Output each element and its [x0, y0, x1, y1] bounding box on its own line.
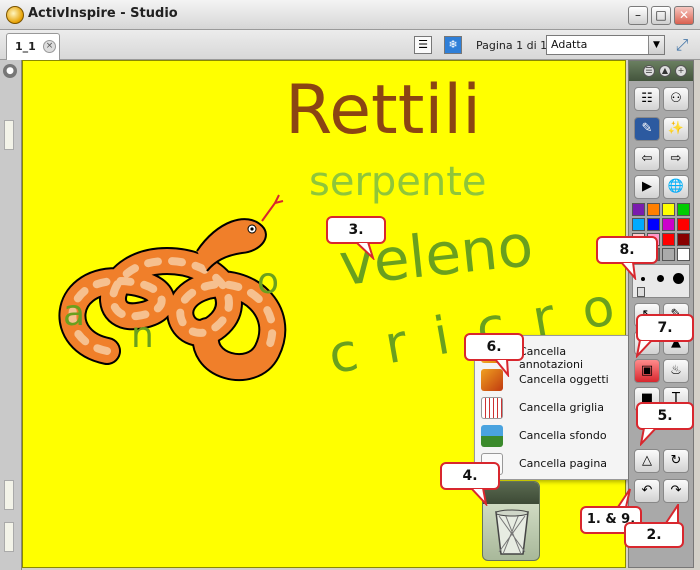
title-bar: ActivInspire - Studio – □ ✕: [0, 0, 700, 30]
browsers-icon[interactable]: ⚇: [663, 87, 689, 111]
dock-handle[interactable]: [4, 480, 14, 510]
left-dock: ●: [0, 60, 22, 570]
close-button[interactable]: ✕: [674, 6, 694, 25]
width-dot-medium[interactable]: [657, 275, 664, 282]
maximize-button[interactable]: □: [651, 6, 671, 25]
dock-handle[interactable]: [4, 120, 14, 150]
callout-tail: [616, 488, 631, 508]
callout-3: 3.: [326, 216, 386, 244]
pen-mode-icon[interactable]: ✎: [634, 117, 660, 141]
toolbox-menu-icon[interactable]: ☰: [643, 65, 655, 77]
dock-handle[interactable]: [4, 522, 14, 552]
menu-item-cancella-sfondo[interactable]: Cancella sfondo: [475, 422, 631, 450]
color-swatch[interactable]: [632, 203, 645, 216]
toolbox-add-icon[interactable]: +: [675, 65, 687, 77]
window-title: ActivInspire - Studio: [28, 6, 178, 21]
width-slider-handle[interactable]: [637, 287, 645, 297]
color-swatch[interactable]: [677, 203, 690, 216]
color-swatch[interactable]: [677, 218, 690, 231]
word-serpente[interactable]: serpente: [309, 159, 487, 205]
color-swatch[interactable]: [647, 203, 660, 216]
color-swatch[interactable]: [662, 248, 675, 261]
color-swatch[interactable]: [647, 218, 660, 231]
play-icon[interactable]: ▶: [634, 175, 660, 199]
eraser-icon[interactable]: ▣: [634, 359, 660, 383]
callout-tail: [636, 340, 654, 358]
callout-8: 8.: [596, 236, 658, 264]
width-dot-small[interactable]: [641, 277, 645, 281]
zoom-select[interactable]: Adatta ▼: [546, 35, 665, 55]
callout-6: 6.: [464, 333, 524, 361]
toolbox-header: ☰ ▲ +: [629, 61, 693, 81]
tool-settings-icon[interactable]: ✨: [663, 117, 689, 141]
snowflake-icon[interactable]: ❄: [444, 36, 462, 54]
callout-5: 5.: [636, 402, 694, 430]
callout-tail: [664, 504, 679, 524]
minimize-button[interactable]: –: [628, 6, 648, 25]
color-swatch[interactable]: [677, 248, 690, 261]
callout-tail: [355, 242, 375, 260]
fullscreen-icon[interactable]: ⤢: [671, 35, 693, 55]
color-swatch[interactable]: [662, 218, 675, 231]
callout-2: 2.: [624, 522, 684, 548]
color-swatch[interactable]: [662, 233, 675, 246]
reset-page-icon[interactable]: ↻: [663, 449, 689, 473]
callout-7: 7.: [636, 314, 694, 342]
tab-page[interactable]: 1_1 ×: [6, 33, 60, 60]
toolbox-collapse-icon[interactable]: ▲: [659, 65, 671, 77]
callout-tail: [620, 262, 637, 280]
tab-bar: 1_1 × ☰ ❄ Pagina 1 di 1 Adatta ▼ ⤢: [0, 30, 700, 60]
zoom-value: Adatta: [551, 38, 588, 51]
snake-letter[interactable]: a: [63, 293, 85, 334]
callout-tail: [640, 428, 658, 446]
page-browser-icon[interactable]: ☰: [414, 36, 432, 54]
redo-icon[interactable]: ↷: [663, 479, 689, 503]
globe-icon[interactable]: 🌐: [663, 175, 689, 199]
color-swatch[interactable]: [632, 218, 645, 231]
app-icon: [6, 6, 24, 24]
menu-item-cancella-griglia[interactable]: Cancella griglia: [475, 394, 631, 422]
snake-letter[interactable]: o: [257, 261, 279, 302]
previous-page-icon[interactable]: ⇦: [634, 147, 660, 171]
snake-letter[interactable]: n: [131, 315, 154, 356]
clear-icon[interactable]: △: [634, 449, 660, 473]
callout-4: 4.: [440, 462, 500, 490]
color-swatch[interactable]: [677, 233, 690, 246]
width-dot-large[interactable]: [673, 273, 684, 284]
callout-tail: [494, 359, 510, 377]
tab-label: 1_1: [15, 40, 36, 53]
menu-item-label: Cancella pagina: [519, 457, 608, 470]
chevron-down-icon[interactable]: ▼: [648, 36, 664, 54]
trash-icon: [495, 509, 529, 555]
tab-close-icon[interactable]: ×: [43, 40, 56, 53]
next-page-icon[interactable]: ⇨: [663, 147, 689, 171]
pen-width-selector[interactable]: [632, 264, 690, 298]
callout-tail: [470, 488, 488, 506]
undo-icon[interactable]: ↶: [634, 479, 660, 503]
menu-item-label: Cancella oggetti: [519, 373, 609, 386]
main-menu-icon[interactable]: ☷: [634, 87, 660, 111]
fill-tool-icon[interactable]: ♨: [663, 359, 689, 383]
color-swatch[interactable]: [662, 203, 675, 216]
eraser-grid-icon: [481, 397, 503, 419]
menu-item-label: Cancella griglia: [519, 401, 604, 414]
menu-item-label: Cancella sfondo: [519, 429, 607, 442]
trash-bin[interactable]: [482, 481, 540, 561]
page-title[interactable]: Rettili: [285, 71, 481, 150]
eraser-background-icon: [481, 425, 503, 447]
page-indicator: Pagina 1 di 1: [476, 39, 548, 52]
dock-toggle-icon[interactable]: ●: [3, 64, 17, 78]
